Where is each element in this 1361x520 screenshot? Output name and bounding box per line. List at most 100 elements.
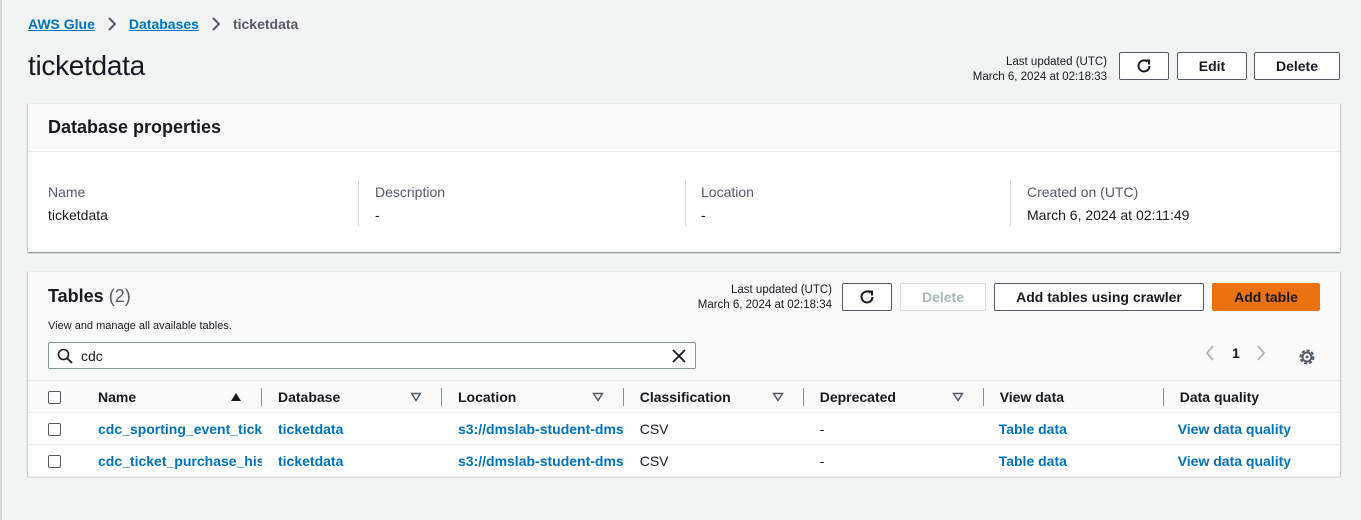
cell-classification: CSV: [623, 444, 804, 477]
cell-name: cdc_ticket_purchase_hist: [82, 444, 262, 477]
database-properties-panel: Database properties Name ticketdata Desc…: [28, 103, 1340, 252]
breadcrumb: AWS Glue Databases ticketdata: [28, 16, 298, 32]
column-label: Classification: [639, 388, 731, 405]
property-label: Created on (UTC): [1027, 184, 1139, 200]
last-updated: Last updated (UTC) March 6, 2024 at 02:1…: [973, 55, 1107, 85]
sort-icon: [410, 392, 422, 402]
cell-location: s3://dmslab-student-dms: [442, 412, 624, 445]
add-tables-crawler-button[interactable]: Add tables using crawler: [994, 283, 1204, 311]
divider: [685, 180, 686, 226]
tables-last-updated: Last updated (UTC) March 6, 2024 at 02:1…: [628, 283, 832, 313]
column-label: Name: [98, 388, 137, 405]
sort-ascending-icon: [231, 392, 241, 401]
cell-view-data: Table data: [983, 412, 1164, 445]
last-updated-label: Last updated (UTC): [731, 284, 832, 296]
view-data-quality-link[interactable]: View data quality: [1178, 421, 1340, 437]
divider: [358, 180, 359, 226]
clear-icon[interactable]: [671, 348, 687, 364]
refresh-button[interactable]: [1119, 52, 1169, 80]
breadcrumb-aws-glue[interactable]: AWS Glue: [28, 16, 95, 32]
cell-location: s3://dmslab-student-dms: [442, 444, 624, 477]
row-checkbox-cell: [28, 444, 82, 477]
sort-icon: [771, 392, 784, 402]
refresh-icon: [1137, 59, 1151, 73]
property-value: ticketdata: [48, 207, 108, 223]
tables-title-text: Tables: [48, 286, 104, 306]
search-field: [48, 342, 696, 369]
tables-count: (2): [108, 286, 131, 306]
chevron-right-icon[interactable]: [1255, 344, 1267, 362]
property-created-on: Created on (UTC) March 6, 2024 at 02:11:…: [1027, 184, 1189, 223]
cell-deprecated: -: [803, 412, 984, 445]
column-header-database[interactable]: Database: [262, 380, 442, 413]
cell-name: cdc_sporting_event_ticket: [82, 412, 262, 445]
cell-view-data: Table data: [983, 444, 1164, 477]
database-link[interactable]: ticketdata: [278, 421, 442, 437]
column-label: Data quality: [1179, 388, 1260, 405]
edit-button[interactable]: Edit: [1177, 52, 1247, 80]
table-data-link[interactable]: Table data: [999, 453, 1164, 469]
column-label: View data: [999, 388, 1065, 405]
divider: [1010, 180, 1011, 226]
column-header-name[interactable]: Name: [82, 380, 262, 413]
column-label: Location: [458, 388, 517, 405]
cell-classification: CSV: [623, 412, 804, 445]
page-title: ticketdata: [28, 50, 145, 81]
tables-refresh-button[interactable]: [842, 283, 892, 311]
add-table-button[interactable]: Add table: [1212, 283, 1320, 311]
select-all-checkbox[interactable]: [48, 391, 61, 405]
cell-data-quality: View data quality: [1163, 412, 1340, 445]
settings-icon[interactable]: [1298, 348, 1316, 366]
row-checkbox[interactable]: [48, 423, 61, 437]
pagination: 1: [1204, 344, 1267, 362]
search-input[interactable]: [81, 346, 661, 365]
database-link[interactable]: ticketdata: [278, 453, 442, 469]
column-header-deprecated[interactable]: Deprecated: [803, 380, 984, 413]
property-location: Location -: [701, 184, 754, 223]
property-label: Location: [701, 184, 754, 200]
tables-description: View and manage all available tables.: [48, 320, 232, 332]
property-name: Name ticketdata: [48, 184, 108, 223]
property-description: Description -: [375, 184, 445, 223]
column-header-view-data: View data: [983, 380, 1164, 413]
column-header-classification[interactable]: Classification: [623, 380, 804, 413]
sort-icon: [951, 392, 964, 402]
property-label: Name: [48, 184, 86, 200]
location-link[interactable]: s3://dmslab-student-dms: [458, 453, 624, 469]
properties-title: Database properties: [48, 117, 222, 137]
chevron-right-icon: [107, 17, 117, 31]
breadcrumb-databases[interactable]: Databases: [129, 16, 199, 32]
table-header-row: Name Database Location Classification De…: [28, 380, 1340, 413]
table-name-link[interactable]: cdc_sporting_event_ticket: [98, 421, 262, 437]
breadcrumb-current: ticketdata: [232, 16, 299, 32]
table-row: cdc_ticket_purchase_hist ticketdata s3:/…: [28, 444, 1340, 477]
row-checkbox[interactable]: [48, 455, 61, 469]
cell-deprecated: -: [803, 444, 984, 477]
table-name-link[interactable]: cdc_ticket_purchase_hist: [98, 453, 262, 469]
tables-delete-button[interactable]: Delete: [900, 283, 986, 311]
column-header-location[interactable]: Location: [442, 380, 624, 413]
last-updated-value: March 6, 2024 at 02:18:33: [972, 71, 1107, 83]
location-link[interactable]: s3://dmslab-student-dms: [458, 421, 624, 437]
chevron-right-icon: [211, 17, 221, 31]
column-label: Database: [278, 388, 341, 405]
table-data-link[interactable]: Table data: [999, 421, 1164, 437]
last-updated-label: Last updated (UTC): [1006, 56, 1107, 68]
properties-header: Database properties: [28, 104, 1340, 152]
search-icon: [57, 348, 73, 364]
row-checkbox-cell: [28, 412, 82, 445]
delete-database-button[interactable]: Delete: [1254, 52, 1340, 80]
refresh-icon: [860, 290, 874, 304]
tables-title: Tables (2): [48, 286, 131, 307]
tables-panel: Tables (2) View and manage all available…: [28, 271, 1340, 477]
property-value: -: [701, 207, 706, 223]
property-label: Description: [375, 184, 446, 200]
page-number[interactable]: 1: [1232, 345, 1240, 361]
sort-icon: [591, 392, 604, 402]
cell-data-quality: View data quality: [1163, 444, 1340, 477]
chevron-left-icon[interactable]: [1204, 344, 1216, 362]
select-all-cell: [28, 380, 82, 413]
view-data-quality-link[interactable]: View data quality: [1178, 453, 1340, 469]
column-header-data-quality: Data quality: [1163, 380, 1340, 413]
cell-database: ticketdata: [262, 412, 442, 445]
